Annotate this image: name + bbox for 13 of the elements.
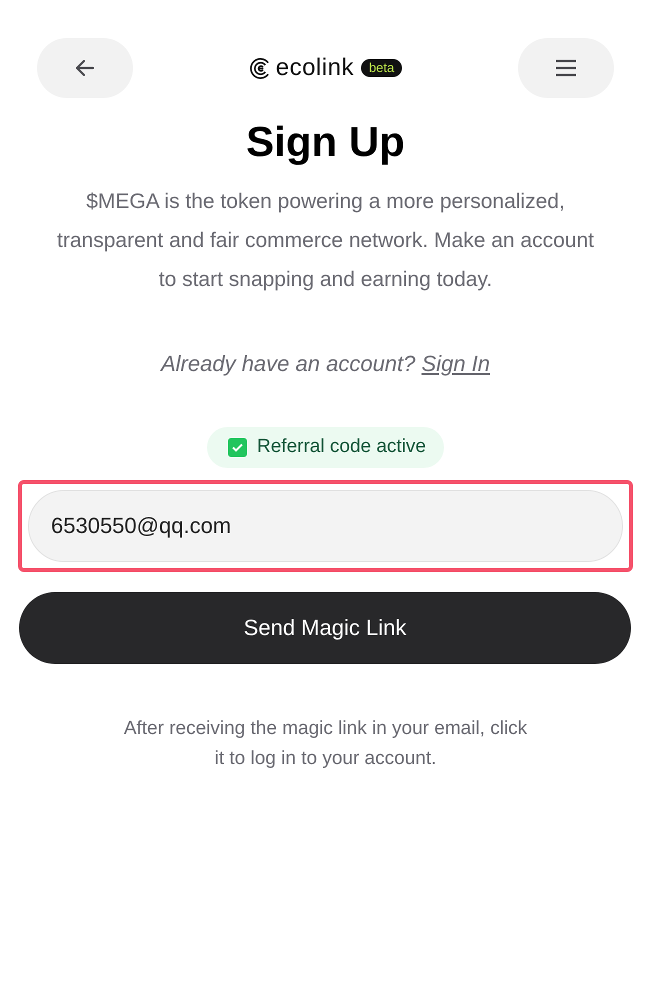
back-arrow-icon (74, 57, 96, 79)
page-title: Sign Up (245, 118, 406, 166)
menu-icon (555, 59, 577, 77)
referral-label: Referral code active (257, 436, 426, 458)
logo-icon (248, 56, 272, 80)
brand-name: ecolink (276, 54, 354, 82)
send-magic-link-button[interactable]: Send Magic Link (19, 592, 631, 664)
signin-prompt: Already have an account? (160, 351, 416, 376)
beta-badge: beta (360, 59, 402, 77)
sign-in-link[interactable]: Sign In (422, 351, 490, 376)
intro-text: $MEGA is the token powering a more personalized, transparent and fair commerce network. Make an account to start snapping and earning today. (56, 189, 595, 293)
help-note: After receiving the magic link in your email, click it to log in to your account. (123, 717, 528, 771)
email-field[interactable]: 6530550@qq.com (28, 490, 623, 562)
